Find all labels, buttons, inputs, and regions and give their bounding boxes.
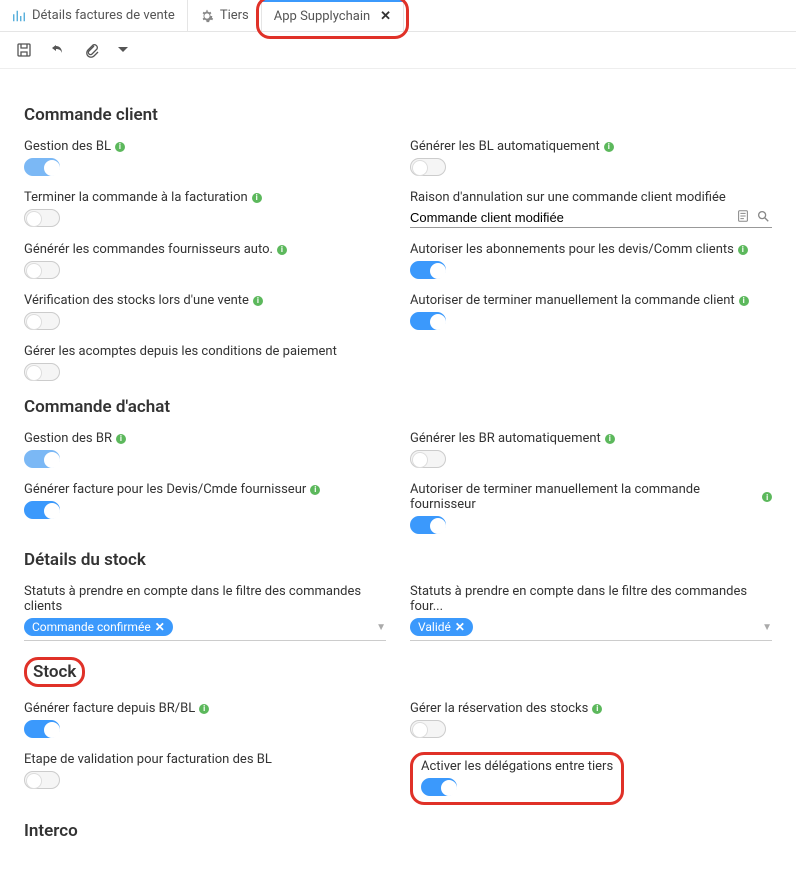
section-title-client: Commande client	[24, 105, 772, 125]
info-icon: i	[604, 142, 614, 152]
toggle-generer-facture-four[interactable]	[24, 501, 60, 519]
label-generer-bl-auto: Générer les BL automatiquementi	[410, 139, 772, 154]
label-autoriser-terminer-client: Autoriser de terminer manuellement la co…	[410, 293, 772, 308]
save-icon[interactable]	[16, 42, 32, 58]
undo-icon[interactable]	[50, 42, 66, 58]
info-icon: i	[739, 296, 749, 306]
tabs-bar: Détails factures de vente Tiers App Supp…	[0, 0, 796, 32]
toolbar	[0, 32, 796, 69]
label-gerer-acomptes: Gérer les acomptes depuis les conditions…	[24, 344, 386, 359]
section-title-achat: Commande d'achat	[24, 397, 772, 417]
search-icon[interactable]	[756, 209, 772, 225]
info-icon: i	[277, 245, 287, 255]
close-icon[interactable]: ✕	[380, 9, 391, 24]
toggle-gestion-bl[interactable]	[24, 158, 60, 176]
label-verif-stocks: Vérification des stocks lors d'une vente…	[24, 293, 386, 308]
label-gestion-bl: Gestion des BLi	[24, 139, 386, 154]
label-etape-validation: Etape de validation pour facturation des…	[24, 752, 386, 767]
label-generer-fournisseurs: Générér les commandes fournisseurs auto.…	[24, 242, 386, 257]
section-title-details-stock: Détails du stock	[24, 550, 772, 570]
toggle-generer-bl-auto[interactable]	[410, 158, 446, 176]
toggle-generer-fournisseurs[interactable]	[24, 261, 60, 279]
toggle-verif-stocks[interactable]	[24, 312, 60, 330]
tag-remove-icon[interactable]: ✕	[455, 620, 465, 634]
info-icon: i	[592, 704, 602, 714]
info-icon: i	[199, 704, 209, 714]
chart-bar-icon	[12, 9, 26, 23]
chevron-down-icon[interactable]: ▼	[376, 622, 386, 633]
tag-remove-icon[interactable]: ✕	[155, 620, 165, 634]
label-statuts-four: Statuts à prendre en compte dans le filt…	[410, 584, 772, 614]
label-gerer-reservation: Gérer la réservation des stocksi	[410, 701, 772, 716]
toggle-activer-delegations[interactable]	[421, 778, 457, 796]
toggle-gerer-reservation[interactable]	[410, 720, 446, 738]
label-autoriser-abonnements: Autoriser les abonnements pour les devis…	[410, 242, 772, 257]
select-statuts-four[interactable]: Validé✕ ▼	[410, 618, 772, 641]
label-gestion-br: Gestion des BRi	[24, 431, 386, 446]
info-icon: i	[738, 245, 748, 255]
toggle-gerer-acomptes[interactable]	[24, 363, 60, 381]
label-statuts-clients: Statuts à prendre en compte dans le filt…	[24, 584, 386, 614]
info-icon: i	[253, 296, 263, 306]
tag-commande-confirmee: Commande confirmée✕	[24, 618, 173, 636]
toggle-autoriser-terminer-four[interactable]	[410, 516, 446, 534]
chevron-down-icon[interactable]: ▼	[762, 622, 772, 633]
select-statuts-clients[interactable]: Commande confirmée✕ ▼	[24, 618, 386, 641]
toggle-etape-validation[interactable]	[24, 771, 60, 789]
toggle-generer-br-auto[interactable]	[410, 450, 446, 468]
attachment-icon[interactable]	[84, 42, 100, 58]
document-icon[interactable]	[736, 209, 752, 225]
info-icon: i	[115, 142, 125, 152]
content-panel: Commande client Gestion des BLi Générer …	[0, 69, 796, 875]
label-generer-br-auto: Générer les BR automatiquementi	[410, 431, 772, 446]
toggle-autoriser-terminer-client[interactable]	[410, 312, 446, 330]
info-icon: i	[116, 434, 126, 444]
raison-field[interactable]	[410, 210, 732, 225]
toggle-gestion-br[interactable]	[24, 450, 60, 468]
label-activer-delegations: Activer les délégations entre tiers	[421, 759, 613, 774]
info-icon: i	[762, 492, 772, 502]
caret-down-icon[interactable]	[118, 42, 128, 58]
section-title-interco: Interco	[24, 821, 772, 841]
label-generer-facture-br: Générer facture depuis BR/BLi	[24, 701, 386, 716]
tab-tiers[interactable]: Tiers	[188, 0, 262, 31]
section-title-stock: Stock	[24, 657, 85, 687]
tab-details-factures[interactable]: Détails factures de vente	[0, 0, 188, 31]
tab-label: Détails factures de vente	[32, 8, 175, 23]
label-generer-facture-four: Générer facture pour les Devis/Cmde four…	[24, 482, 386, 497]
gear-icon	[200, 9, 214, 23]
label-raison-annulation: Raison d'annulation sur une commande cli…	[410, 190, 772, 205]
toggle-generer-facture-br[interactable]	[24, 720, 60, 738]
tab-app-supplychain[interactable]: App Supplychain ✕	[262, 0, 404, 31]
info-icon: i	[252, 193, 262, 203]
label-terminer-facturation: Terminer la commande à la facturationi	[24, 190, 386, 205]
toggle-terminer-facturation[interactable]	[24, 209, 60, 227]
info-icon: i	[310, 485, 320, 495]
label-autoriser-terminer-four: Autoriser de terminer manuellement la co…	[410, 482, 772, 512]
info-icon: i	[605, 434, 615, 444]
toggle-autoriser-abonnements[interactable]	[410, 261, 446, 279]
tab-label: App Supplychain	[274, 9, 370, 24]
highlight-annotation: Activer les délégations entre tiers	[410, 752, 624, 805]
tab-label: Tiers	[220, 8, 249, 23]
input-raison-annulation[interactable]	[410, 209, 772, 228]
tag-valide: Validé✕	[410, 618, 473, 636]
